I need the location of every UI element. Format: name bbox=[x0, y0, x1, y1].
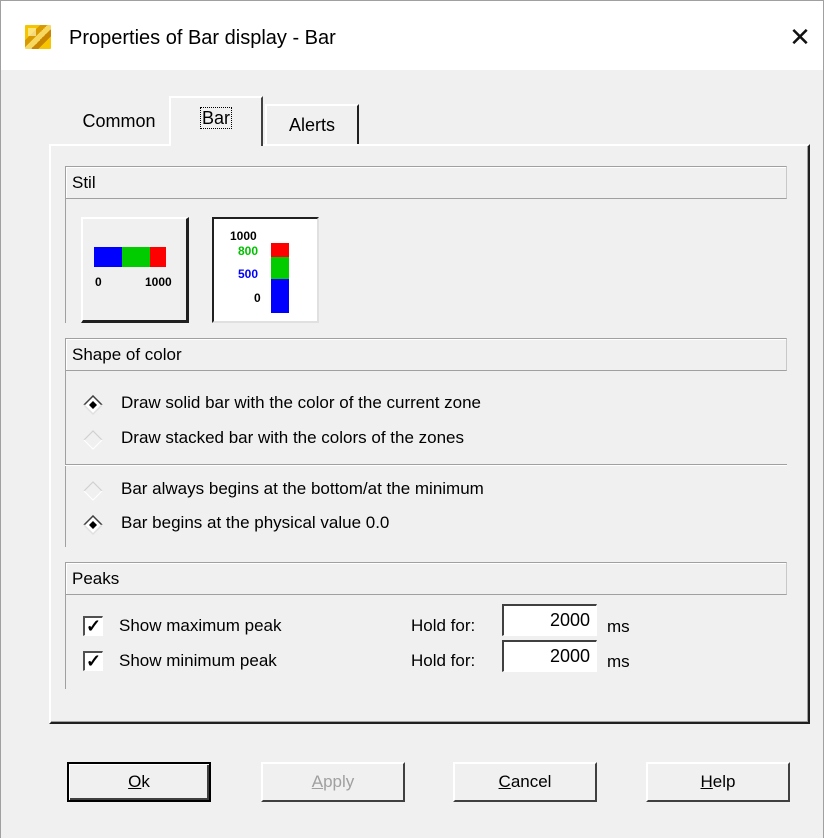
radio-diamond-icon bbox=[83, 481, 103, 501]
app-icon bbox=[25, 25, 51, 49]
max-hold-input[interactable]: 2000 bbox=[502, 604, 597, 636]
apply-button[interactable]: Apply bbox=[261, 762, 405, 802]
radio-begin-minimum-label: Bar always begins at the bottom/at the m… bbox=[121, 479, 484, 498]
peaks-header: Peaks bbox=[65, 562, 787, 595]
properties-dialog: Properties of Bar display - Bar ✕ Common… bbox=[0, 0, 824, 838]
radio-diamond-icon bbox=[83, 430, 103, 450]
tab-alerts[interactable]: Alerts bbox=[265, 104, 359, 146]
vertical-label-800: 800 bbox=[238, 244, 259, 258]
vertical-label-0: 0 bbox=[254, 291, 261, 305]
stil-group-header: Stil bbox=[65, 166, 787, 199]
shape-separator bbox=[65, 464, 787, 466]
radio-diamond-checked-icon bbox=[83, 395, 103, 415]
peaks-group bbox=[65, 595, 787, 689]
min-hold-unit: ms bbox=[607, 652, 630, 671]
tab-common-label: Common bbox=[82, 111, 156, 131]
vertical-bar-style-button[interactable]: 1000 800 500 0 bbox=[212, 217, 319, 323]
radio-diamond-checked-icon bbox=[83, 515, 103, 535]
apply-mnemonic: A bbox=[311, 772, 324, 791]
ok-mnemonic: O bbox=[128, 772, 142, 791]
max-hold-label: Hold for: bbox=[411, 616, 476, 635]
horizontal-max-label: 1000 bbox=[145, 275, 172, 289]
window-title: Properties of Bar display - Bar bbox=[69, 27, 336, 49]
vertical-label-1000: 1000 bbox=[230, 229, 257, 243]
radio-stacked-bar-label: Draw stacked bar with the colors of the … bbox=[121, 428, 464, 447]
ok-label: k bbox=[141, 772, 150, 791]
title-bar: Properties of Bar display - Bar ✕ bbox=[1, 0, 823, 70]
ok-button[interactable]: Ok bbox=[67, 762, 211, 802]
tab-bar-label: Bar bbox=[199, 107, 233, 129]
min-hold-label: Hold for: bbox=[411, 651, 476, 670]
cancel-label: ancel bbox=[510, 772, 552, 791]
vertical-green-zone-icon bbox=[271, 257, 289, 279]
horizontal-blue-zone-icon bbox=[94, 247, 122, 267]
checkbox-checked-icon[interactable]: ✓ bbox=[83, 651, 103, 671]
shape-of-color-header: Shape of color bbox=[65, 338, 787, 371]
max-hold-unit: ms bbox=[607, 617, 630, 636]
close-icon[interactable]: ✕ bbox=[777, 19, 823, 55]
radio-begin-zero-label: Bar begins at the physical value 0.0 bbox=[121, 513, 390, 532]
show-maximum-peak-label: Show maximum peak bbox=[119, 616, 282, 635]
tab-bar[interactable]: Bar bbox=[169, 96, 263, 146]
vertical-label-500: 500 bbox=[238, 267, 259, 281]
cancel-mnemonic: C bbox=[498, 772, 511, 791]
help-label: elp bbox=[712, 772, 736, 791]
vertical-red-zone-icon bbox=[271, 243, 289, 257]
vertical-blue-zone-icon bbox=[271, 279, 289, 313]
tab-alerts-label: Alerts bbox=[288, 115, 335, 135]
show-minimum-peak-label: Show minimum peak bbox=[119, 651, 277, 670]
apply-label: pply bbox=[323, 772, 355, 791]
horizontal-green-zone-icon bbox=[122, 247, 150, 267]
horizontal-min-label: 0 bbox=[95, 275, 102, 289]
tab-common[interactable]: Common bbox=[69, 102, 169, 142]
cancel-button[interactable]: Cancel bbox=[453, 762, 597, 802]
horizontal-bar-style-button[interactable]: 0 1000 bbox=[81, 217, 189, 323]
horizontal-red-zone-icon bbox=[150, 247, 166, 267]
min-hold-input[interactable]: 2000 bbox=[502, 640, 597, 672]
help-button[interactable]: Help bbox=[646, 762, 790, 802]
checkbox-checked-icon[interactable]: ✓ bbox=[83, 616, 103, 636]
help-mnemonic: H bbox=[700, 772, 713, 791]
radio-solid-bar-label: Draw solid bar with the color of the cur… bbox=[121, 393, 482, 412]
